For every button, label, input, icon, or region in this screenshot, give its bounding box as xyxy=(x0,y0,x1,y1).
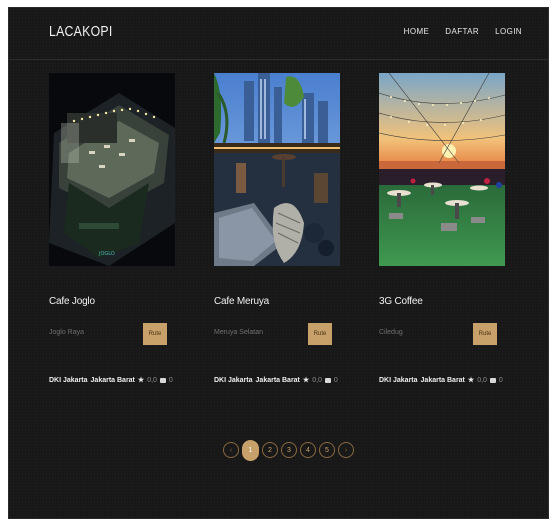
cafe-area: Ciledug xyxy=(379,329,403,336)
page-button-2[interactable]: 2 xyxy=(262,442,278,458)
app-frame: LACAKOPI HOME DAFTAR LOGIN JOGLO Cafe Jo… xyxy=(8,7,549,519)
cafe-photo-sunset-lawn[interactable] xyxy=(379,73,505,266)
cafe-area: Joglo Raya xyxy=(49,329,85,336)
cafe-card: JOGLO Cafe Joglo Joglo Raya Rute DKI Jak… xyxy=(49,73,179,384)
comment-icon xyxy=(489,377,496,383)
cafe-province: DKI Jakarta xyxy=(214,376,253,384)
cafe-province: DKI Jakarta xyxy=(49,376,88,384)
nav-link-home[interactable]: HOME xyxy=(404,27,430,36)
cafe-rating: 0,0 xyxy=(147,376,157,384)
star-icon: ★ xyxy=(302,377,310,384)
route-button[interactable]: Rute xyxy=(308,323,332,345)
cafe-city: Jakarta Barat xyxy=(420,376,465,384)
cafe-location-row: DKI Jakarta Jakarta Barat ★ 0,0 0 xyxy=(49,376,189,385)
next-page-button[interactable]: › xyxy=(338,442,354,458)
cafe-rating: 0,0 xyxy=(477,376,487,384)
cafe-name[interactable]: Cafe Meruya xyxy=(214,296,269,307)
page-button-5[interactable]: 5 xyxy=(319,442,335,458)
prev-page-button[interactable]: ‹ xyxy=(223,442,239,458)
star-icon: ★ xyxy=(137,377,145,384)
cafe-comment-count: 0 xyxy=(333,376,338,384)
comment-icon xyxy=(159,377,166,383)
cafe-area: Meruya Selatan xyxy=(214,329,264,336)
cafe-location-row: DKI Jakarta Jakarta Barat ★ 0,0 0 xyxy=(214,376,354,385)
cafe-photo-city-terrace[interactable] xyxy=(214,73,340,266)
nav-menu: HOME DAFTAR LOGIN xyxy=(404,27,522,36)
page-button-4[interactable]: 4 xyxy=(300,442,316,458)
cafe-province: DKI Jakarta xyxy=(379,376,418,384)
cafe-location-row: DKI Jakarta Jakarta Barat ★ 0,0 0 xyxy=(379,376,519,385)
cafe-name[interactable]: 3G Coffee xyxy=(379,296,423,307)
page-button-1[interactable]: 1 xyxy=(242,440,259,461)
cafe-card: 3G Coffee Ciledug Rute DKI Jakarta Jakar… xyxy=(379,73,509,384)
cafe-comment-count: 0 xyxy=(168,376,173,384)
nav-link-login[interactable]: LOGIN xyxy=(495,27,522,36)
page-button-3[interactable]: 3 xyxy=(281,442,297,458)
cafe-card: Cafe Meruya Meruya Selatan Rute DKI Jaka… xyxy=(214,73,344,384)
nav-link-daftar[interactable]: DAFTAR xyxy=(445,27,479,36)
comment-icon xyxy=(324,377,331,383)
navbar: LACAKOPI HOME DAFTAR LOGIN xyxy=(9,8,548,60)
cafe-comment-count: 0 xyxy=(498,376,503,384)
brand-logo[interactable]: LACAKOPI xyxy=(49,23,112,40)
cafe-city: Jakarta Barat xyxy=(255,376,300,384)
cafe-city: Jakarta Barat xyxy=(90,376,135,384)
svg-text:JOGLO: JOGLO xyxy=(98,251,115,257)
cafe-photo-night-rooftop[interactable]: JOGLO xyxy=(49,73,175,266)
route-button[interactable]: Rute xyxy=(473,323,497,345)
pagination: ‹ 1 2 3 4 5 › xyxy=(223,440,354,461)
cafe-name[interactable]: Cafe Joglo xyxy=(49,296,95,307)
star-icon: ★ xyxy=(467,377,475,384)
route-button[interactable]: Rute xyxy=(143,323,167,345)
cafe-rating: 0,0 xyxy=(312,376,322,384)
